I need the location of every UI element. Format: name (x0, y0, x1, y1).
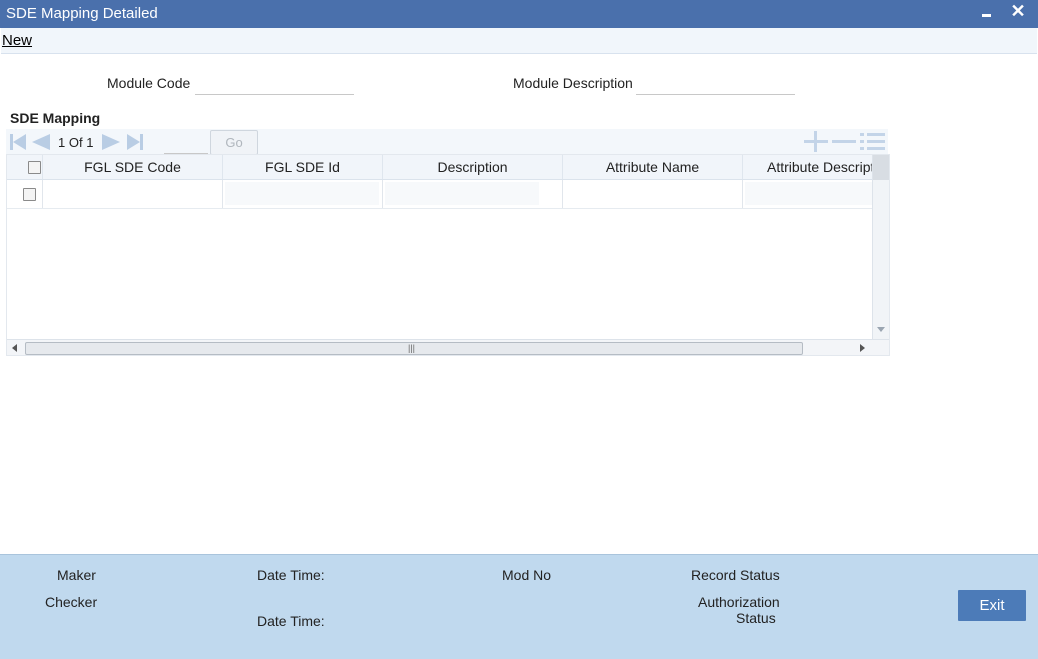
module-code-input[interactable] (195, 72, 354, 95)
delete-row-icon[interactable] (832, 131, 856, 151)
close-icon[interactable]: ✕ (1008, 0, 1028, 24)
sde-mapping-grid: FGL SDE Code FGL SDE Id Description Attr… (6, 154, 890, 356)
grid-header: FGL SDE Code FGL SDE Id Description Attr… (7, 155, 889, 180)
checker-date-time-label: Date Time: (257, 613, 325, 629)
authorization-label: Authorization (698, 594, 780, 610)
next-page-icon[interactable] (102, 134, 120, 150)
current-page: 1 (58, 135, 66, 150)
total-pages: 1 (86, 135, 94, 150)
cell-fgl-sde-code[interactable] (43, 180, 223, 208)
cell-attribute-description-input[interactable] (745, 182, 889, 205)
exit-button[interactable]: Exit (958, 590, 1026, 621)
scroll-right-arrow-icon[interactable] (860, 344, 865, 352)
menu-bar: New (1, 28, 1037, 54)
add-row-icon[interactable] (804, 131, 828, 152)
row-select-checkbox[interactable] (23, 188, 36, 201)
grid-horizontal-scrollbar[interactable]: ||| (7, 339, 889, 355)
mod-no-label: Mod No (502, 567, 552, 583)
column-header-fgl-sde-code[interactable]: FGL SDE Code (43, 155, 223, 179)
maker-label: Maker (57, 567, 96, 583)
grid-vertical-scrollbar[interactable] (872, 155, 889, 339)
window-title: SDE Mapping Detailed (6, 5, 158, 22)
record-status-label: Record Status (691, 567, 780, 583)
window-titlebar: SDE Mapping Detailed ✕ (0, 0, 1038, 28)
grip-icon: ||| (408, 343, 416, 353)
cell-attribute-description[interactable] (743, 180, 889, 208)
authorization-status-label: Status (736, 610, 776, 626)
row-select-cell (7, 180, 43, 208)
column-header-description[interactable]: Description (383, 155, 563, 179)
scroll-down-arrow-icon[interactable] (877, 327, 885, 332)
module-code-label: Module Code (107, 75, 191, 91)
audit-footer: Maker Checker Date Time: Date Time: Mod … (0, 554, 1038, 659)
new-menu-item[interactable]: New (2, 32, 32, 49)
page-of-label: Of (68, 135, 83, 150)
checker-label: Checker (45, 594, 98, 610)
cell-attribute-name[interactable] (563, 180, 743, 208)
single-record-view-icon[interactable] (860, 131, 886, 153)
cell-fgl-sde-id[interactable] (223, 180, 383, 208)
horizontal-scroll-thumb[interactable]: ||| (25, 342, 803, 355)
column-header-fgl-sde-id[interactable]: FGL SDE Id (223, 155, 383, 179)
maker-date-time-label: Date Time: (257, 567, 325, 583)
select-all-checkbox[interactable] (28, 161, 41, 174)
cell-fgl-sde-id-input[interactable] (225, 182, 379, 205)
cell-description[interactable] (383, 180, 563, 208)
select-all-cell (7, 155, 43, 179)
grid-pager-toolbar: 1 Of 1 Go (6, 129, 888, 155)
module-description-input[interactable] (636, 72, 795, 95)
go-button[interactable]: Go (210, 130, 258, 155)
scroll-left-arrow-icon[interactable] (12, 344, 17, 352)
table-row (7, 180, 889, 209)
module-description-label: Module Description (513, 75, 633, 91)
column-header-attribute-description[interactable]: Attribute Description (743, 155, 889, 179)
vertical-scroll-thumb[interactable] (873, 155, 889, 180)
previous-page-icon[interactable] (32, 134, 50, 150)
goto-page-input[interactable] (164, 133, 208, 154)
column-header-attribute-name[interactable]: Attribute Name (563, 155, 743, 179)
cell-description-input[interactable] (385, 182, 539, 205)
section-title: SDE Mapping (10, 110, 101, 126)
page-readout: 1 Of 1 (58, 135, 93, 150)
minimize-icon[interactable] (978, 4, 996, 22)
